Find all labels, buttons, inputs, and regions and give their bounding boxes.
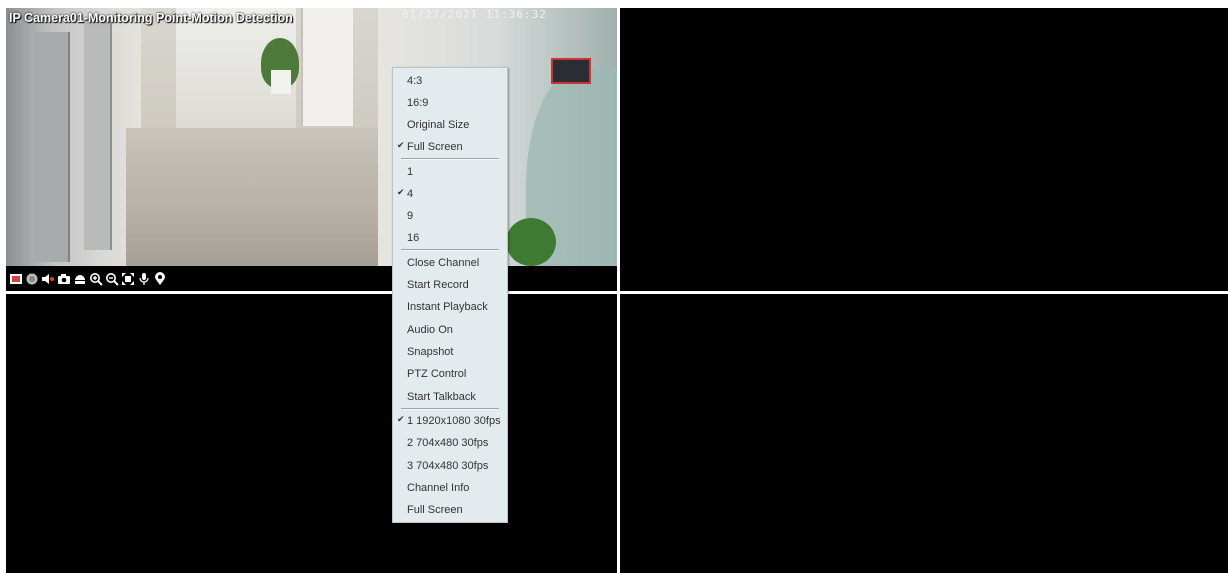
menu-item-close-channel[interactable]: Close Channel [393, 252, 507, 274]
menu-item-full-screen[interactable]: Full Screen [393, 499, 507, 521]
zoom-out-icon[interactable] [105, 272, 119, 286]
menu-item-aspect-16-9[interactable]: 16:9 [393, 92, 507, 114]
menu-item-layout-4[interactable]: ✔ 4 [393, 183, 507, 205]
camera-timestamp: 01/27/2021 11:36:32 [402, 8, 547, 21]
menu-item-layout-1[interactable]: 1 [393, 161, 507, 183]
camera-tile-4[interactable] [620, 294, 1228, 573]
menu-item-original-size[interactable]: Original Size [393, 114, 507, 136]
record-icon[interactable] [25, 272, 39, 286]
menu-item-ptz-control[interactable]: PTZ Control [393, 363, 507, 385]
menu-item-start-talkback[interactable]: Start Talkback [393, 386, 507, 408]
menu-item-snapshot[interactable]: Snapshot [393, 341, 507, 363]
camera-tile-3[interactable] [6, 294, 617, 573]
audio-icon[interactable] [41, 272, 55, 286]
menu-item-stream-2[interactable]: 2 704x480 30fps [393, 432, 507, 454]
menu-item-layout-16[interactable]: 16 [393, 227, 507, 249]
checkmark-icon: ✔ [397, 140, 405, 150]
menu-item-full-screen-aspect[interactable]: ✔ Full Screen [393, 136, 507, 158]
location-icon[interactable] [153, 272, 167, 286]
menu-separator [401, 249, 499, 251]
menu-separator [401, 158, 499, 160]
camera-tile-2[interactable] [620, 8, 1228, 291]
checkmark-icon: ✔ [397, 187, 405, 197]
menu-item-stream-1[interactable]: ✔ 1 1920x1080 30fps [393, 410, 507, 432]
camera-title: IP Camera01-Monitoring Point-Motion Dete… [9, 11, 293, 25]
snapshot-icon[interactable] [57, 272, 71, 286]
fullscreen-icon[interactable] [121, 272, 135, 286]
talkback-icon[interactable] [137, 272, 151, 286]
menu-item-audio-on[interactable]: Audio On [393, 319, 507, 341]
menu-item-stream-3[interactable]: 3 704x480 30fps [393, 455, 507, 477]
camera-toolbar [6, 267, 617, 291]
menu-item-start-record[interactable]: Start Record [393, 274, 507, 296]
camera-tile-1[interactable]: IP Camera01-Monitoring Point-Motion Dete… [6, 8, 617, 291]
zoom-in-icon[interactable] [89, 272, 103, 286]
camera-feed-image [6, 8, 617, 266]
checkmark-icon: ✔ [397, 414, 405, 424]
menu-item-aspect-4-3[interactable]: 4:3 [393, 70, 507, 92]
context-menu: 4:3 16:9 Original Size ✔ Full Screen 1 ✔ 4… [392, 67, 508, 523]
ptz-icon[interactable] [73, 272, 87, 286]
menu-item-layout-9[interactable]: 9 [393, 205, 507, 227]
video-icon[interactable] [9, 272, 23, 286]
menu-item-instant-playback[interactable]: Instant Playback [393, 296, 507, 318]
menu-item-channel-info[interactable]: Channel Info [393, 477, 507, 499]
